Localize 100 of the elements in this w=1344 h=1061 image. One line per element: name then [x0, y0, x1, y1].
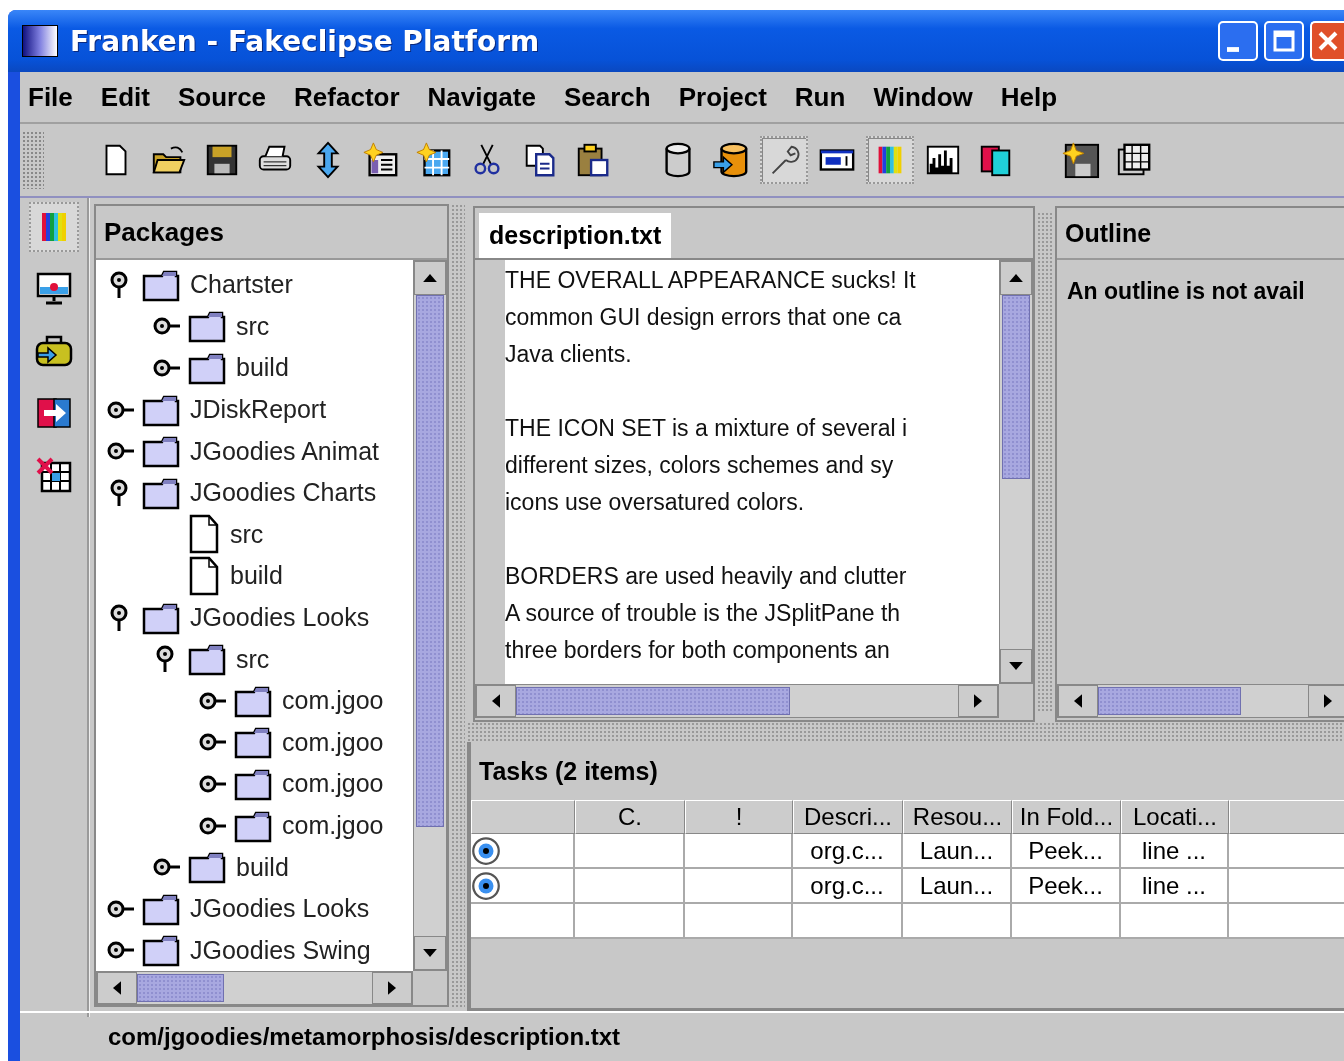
tree-item[interactable]: build: [236, 852, 289, 882]
editor-tab[interactable]: description.txt: [479, 213, 672, 258]
file-icon: [188, 555, 220, 596]
text-line: three borders for both components an: [505, 636, 890, 665]
expand-handle-icon[interactable]: [152, 357, 182, 379]
tree-item[interactable]: JGoodies Animat: [190, 436, 379, 466]
menu-item[interactable]: Edit: [100, 81, 150, 113]
menu-item[interactable]: Project: [678, 81, 767, 113]
folder-icon: [188, 642, 226, 677]
table-cell: Peek...: [1012, 834, 1121, 869]
folder-icon: [188, 850, 226, 885]
text-line: common GUI design errors that one ca: [505, 303, 902, 332]
scrollbar[interactable]: [96, 971, 413, 1006]
close-button[interactable]: [1310, 21, 1344, 61]
maximize-icon: [1272, 29, 1296, 53]
triangle-down-icon: [1009, 662, 1023, 670]
minimize-button[interactable]: [1218, 21, 1258, 61]
text-line: different sizes, colors schemes and sy: [505, 451, 894, 480]
text-editor[interactable]: [505, 260, 999, 684]
tree-item[interactable]: src: [236, 311, 270, 341]
folder-icon: [142, 933, 180, 968]
scrollbar[interactable]: [475, 684, 999, 718]
text-line: A source of trouble is the JSplitPane th: [505, 599, 901, 628]
tree-item[interactable]: com.jgoo: [282, 811, 384, 840]
menu-item[interactable]: Refactor: [294, 81, 400, 113]
tree-item[interactable]: JGoodies Swing: [190, 935, 371, 965]
maximize-button[interactable]: [1264, 21, 1304, 61]
status-text: com/jgoodies/metamorphosis/description.txt: [108, 1023, 621, 1051]
tree-item[interactable]: build: [236, 353, 289, 383]
tree-item[interactable]: build: [230, 561, 283, 591]
panel-title: Tasks (2 items): [479, 756, 658, 786]
scrollbar[interactable]: [999, 260, 1033, 684]
folder-icon: [188, 309, 226, 344]
triangle-up-icon: [1009, 274, 1023, 282]
outline-message: An outline is not avail: [1066, 277, 1305, 305]
triangle-left-icon: [1074, 694, 1082, 708]
tree-item[interactable]: com.jgoo: [282, 727, 384, 757]
triangle-up-icon: [423, 274, 437, 282]
tree-item[interactable]: src: [230, 519, 264, 549]
tree-item[interactable]: src: [236, 644, 270, 674]
column-header[interactable]: C.: [575, 800, 685, 834]
scroll-down-button[interactable]: [1000, 649, 1032, 683]
minimize-icon: [1227, 46, 1239, 52]
menu-item[interactable]: Run: [794, 81, 846, 113]
triangle-down-icon: [423, 949, 437, 958]
triangle-left-icon: [492, 694, 500, 708]
menu-item[interactable]: Search: [563, 81, 651, 113]
column-header[interactable]: [1229, 800, 1344, 834]
toolbar-button[interactable]: [760, 136, 808, 184]
tree-item[interactable]: Chartster: [190, 270, 293, 300]
scroll-thumb[interactable]: [1098, 687, 1241, 715]
scroll-right-button[interactable]: [958, 685, 998, 717]
scroll-down-button[interactable]: [414, 936, 446, 971]
scroll-thumb[interactable]: [137, 974, 224, 1003]
column-header[interactable]: Locati...: [1121, 800, 1229, 834]
menu-item[interactable]: Source: [177, 81, 267, 113]
scroll-right-button[interactable]: [1308, 685, 1344, 717]
column-header[interactable]: In Fold...: [1012, 800, 1121, 834]
table-cell: Peek...: [1012, 869, 1121, 904]
scroll-thumb[interactable]: [516, 687, 791, 715]
scrollbar[interactable]: [1057, 684, 1344, 718]
scroll-up-button[interactable]: [414, 261, 446, 295]
folder-icon: [188, 351, 226, 385]
scroll-thumb[interactable]: [1002, 295, 1030, 480]
scrollbar[interactable]: [413, 260, 447, 972]
tree-item[interactable]: JGoodies Looks: [190, 894, 370, 924]
scroll-up-button[interactable]: [1000, 261, 1032, 295]
column-header[interactable]: Resou...: [903, 800, 1012, 834]
column-header[interactable]: [471, 800, 575, 834]
tree-item[interactable]: com.jgoo: [282, 769, 384, 799]
scroll-left-button[interactable]: [476, 685, 516, 717]
text-line: BORDERS are used heavily and clutter: [505, 562, 907, 591]
scroll-left-button[interactable]: [97, 972, 137, 1005]
tree-item[interactable]: JDiskReport: [190, 395, 327, 425]
app-icon: [22, 25, 58, 57]
menu-item[interactable]: Navigate: [427, 81, 536, 113]
scroll-thumb[interactable]: [416, 295, 444, 828]
star-card-icon: [362, 141, 400, 179]
menu-item[interactable]: Window: [873, 81, 973, 113]
column-header[interactable]: !: [685, 800, 793, 834]
column-header[interactable]: Descri...: [793, 800, 903, 834]
triangle-right-icon: [974, 694, 982, 708]
triangle-right-icon: [1324, 694, 1332, 708]
file-icon: [188, 514, 220, 555]
tree-item[interactable]: JGoodies Charts: [190, 478, 377, 508]
tree-item[interactable]: JGoodies Looks: [190, 603, 370, 633]
table-cell: Laun...: [903, 834, 1012, 869]
triangle-left-icon: [113, 981, 121, 996]
scroll-right-button[interactable]: [372, 972, 412, 1005]
table-cell: line ...: [1121, 869, 1229, 904]
tree-item[interactable]: com.jgoo: [282, 686, 384, 716]
toolbar-grip[interactable]: [22, 131, 44, 189]
cylinder-arrow-icon: [712, 141, 750, 179]
table-cell: org.c...: [793, 869, 903, 904]
star-grid-icon: [415, 141, 453, 179]
close-icon: [1316, 29, 1340, 53]
window-title: Franken - Fakeclipse Platform: [70, 24, 541, 58]
menu-item[interactable]: Help: [1000, 81, 1058, 113]
scroll-left-button[interactable]: [1058, 685, 1098, 717]
menu-item[interactable]: File: [28, 81, 73, 113]
